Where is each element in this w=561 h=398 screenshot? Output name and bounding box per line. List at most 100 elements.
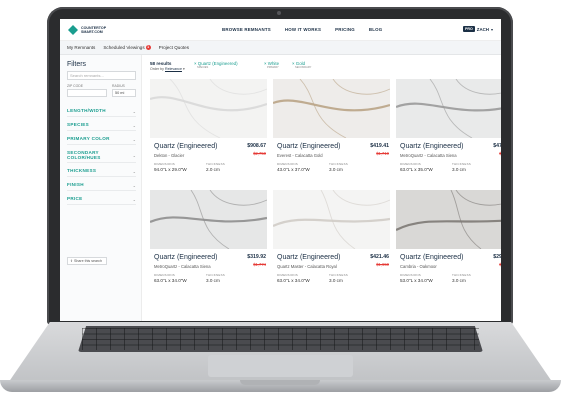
slab-image: [396, 190, 501, 249]
laptop-screen: COUNTERTOP SMART.COM BROWSE REMNANTS HOW…: [60, 19, 501, 321]
nav-pricing[interactable]: PRICING: [335, 27, 355, 32]
user-menu[interactable]: PRO ZACH ▾: [462, 26, 493, 32]
nav-browse-remnants[interactable]: BROWSE REMNANTS: [222, 27, 271, 32]
lid-notch: [240, 380, 320, 385]
filter-label: FINISH: [67, 182, 84, 188]
chip-sub: SECONDARY: [295, 66, 312, 69]
active-filter-chip[interactable]: × Quartz (Engineered) SPECIES: [194, 61, 238, 69]
card-thickness: 3.0 cm: [329, 167, 343, 172]
thickness-label: THICKNESS: [206, 162, 225, 166]
dimensions-label: DIMENSIONS: [277, 273, 299, 277]
filter-label: PRICE: [67, 196, 83, 202]
chevron-down-icon: ⌄: [132, 169, 136, 174]
search-input[interactable]: Search remnants...: [67, 71, 136, 80]
remnant-card[interactable]: Quartz (Engineered) $419.41 Everest - Cala…: [273, 79, 390, 191]
filter-primary-color[interactable]: PRIMARY COLOR ⌄: [67, 135, 136, 145]
zip-code-input[interactable]: [67, 89, 107, 97]
thickness-label: THICKNESS: [329, 273, 348, 277]
filters-title: Filters: [67, 61, 87, 68]
card-product-name: Quartz Master - Calacatta Royal: [277, 264, 337, 269]
tab-scheduled-label: Scheduled Viewings: [103, 45, 145, 50]
card-price: $474.08: [493, 143, 501, 149]
card-thickness: 2.0 cm: [206, 167, 220, 172]
filter-secondary-color[interactable]: SECONDARY COLOR/HUES ⌄: [67, 149, 136, 163]
dimensions-label: DIMENSIONS: [154, 273, 176, 277]
chevron-down-icon: ⌄: [132, 197, 136, 202]
card-product-name: Cambria - Oakmoor: [400, 264, 437, 269]
card-thickness: 3.0 cm: [206, 278, 220, 283]
filter-label: THICKNESS: [67, 168, 97, 174]
results-main: 58 results Order by Relevance ▾ × Quartz…: [142, 55, 501, 321]
chevron-down-icon: ▾: [490, 26, 493, 32]
order-by-label: Order by: [150, 67, 164, 71]
card-price: $294.15: [493, 254, 501, 260]
remnant-card[interactable]: Quartz (Engineered) $474.08 MetroQuartz - …: [396, 79, 501, 191]
chip-sub: PRIMARY: [267, 66, 279, 69]
notification-badge: 1: [145, 45, 151, 50]
card-title: Quartz (Engineered): [154, 143, 218, 150]
pro-badge: PRO: [462, 26, 475, 32]
order-by-value: Relevance: [164, 67, 182, 71]
filter-thickness[interactable]: THICKNESS ⌄: [67, 167, 136, 177]
filter-finish[interactable]: FINISH ⌄: [67, 181, 136, 191]
radius-select[interactable]: 50 mi: [112, 89, 136, 97]
card-price: $421.46: [370, 254, 389, 260]
share-search-button[interactable]: ⇪ Share this search: [67, 257, 107, 265]
tab-my-remnants[interactable]: My Remnants: [67, 45, 95, 50]
chevron-down-icon: ⌄: [132, 153, 136, 158]
order-by[interactable]: Order by Relevance ▾: [150, 67, 185, 71]
keyboard-keys: [82, 328, 479, 350]
share-icon: ⇪: [70, 259, 74, 263]
card-original-price: $1,719: [376, 151, 389, 156]
card-thickness: 3.0 cm: [329, 278, 343, 283]
results-count: 58 results: [150, 61, 172, 66]
card-product-name: Dekton - Glacier: [154, 153, 185, 158]
trackpad: [208, 355, 353, 377]
site-header: COUNTERTOP SMART.COM BROWSE REMNANTS HOW…: [60, 19, 501, 41]
remnant-card[interactable]: Quartz (Engineered) $421.46 Quartz Master …: [273, 190, 390, 302]
card-original-price: $5,774: [499, 151, 501, 156]
tab-scheduled-viewings[interactable]: Scheduled Viewings 1: [103, 45, 151, 50]
card-original-price: $1,774: [253, 262, 266, 267]
share-label: Share this search: [74, 259, 102, 263]
card-original-price: $1,650: [376, 262, 389, 267]
tab-project-quotes[interactable]: Project Quotes: [159, 45, 189, 50]
remnant-card[interactable]: Quartz (Engineered) $319.92 MetroQuartz - …: [150, 190, 267, 302]
card-title: Quartz (Engineered): [400, 254, 464, 261]
dimensions-label: DIMENSIONS: [400, 273, 422, 277]
active-filter-chip[interactable]: × Gold SECONDARY: [292, 61, 311, 69]
radius-label: RADIUS: [112, 84, 125, 88]
thickness-label: THICKNESS: [452, 162, 471, 166]
slab-image: [273, 79, 390, 138]
filter-price[interactable]: PRICE ⌄: [67, 195, 136, 205]
card-title: Quartz (Engineered): [400, 143, 464, 150]
nav-blog[interactable]: BLOG: [369, 27, 382, 32]
remnant-card[interactable]: Quartz (Engineered) $908.67 Dekton - Glaci…: [150, 79, 267, 191]
slab-image: [396, 79, 501, 138]
card-title: Quartz (Engineered): [154, 254, 218, 261]
nav-how-it-works[interactable]: HOW IT WORKS: [285, 27, 321, 32]
card-dimensions: 63.0"L x 34.0"W: [154, 278, 187, 283]
card-thickness: 3.0 cm: [452, 278, 466, 283]
card-dimensions: 43.0"L x 37.0"W: [277, 167, 310, 172]
card-price: $908.67: [247, 143, 266, 149]
thickness-label: THICKNESS: [329, 162, 348, 166]
user-name: ZACH: [476, 26, 489, 32]
chevron-down-icon: ⌄: [132, 137, 136, 142]
remnant-card[interactable]: Quartz (Engineered) $294.15 Cambria - Oakm…: [396, 190, 501, 302]
card-dimensions: 94.0"L x 29.0"W: [154, 167, 187, 172]
chip-sub: SPECIES: [197, 66, 209, 69]
dimensions-label: DIMENSIONS: [154, 162, 176, 166]
active-filter-chip[interactable]: × White PRIMARY: [264, 61, 279, 69]
filter-length-width[interactable]: LENGTH/WIDTH ⌄: [67, 107, 136, 117]
zip-code-label: ZIP CODE: [67, 84, 83, 88]
filter-species[interactable]: SPECIES ⌄: [67, 121, 136, 131]
card-dimensions: 53.0"L x 34.0"W: [400, 278, 433, 283]
webcam: [277, 11, 281, 15]
card-product-name: Everest - Calacatta Gold: [277, 153, 323, 158]
site-logo[interactable]: COUNTERTOP SMART.COM: [68, 25, 117, 35]
card-price: $419.41: [370, 143, 389, 149]
thickness-label: THICKNESS: [206, 273, 225, 277]
slab-image: [150, 79, 267, 138]
card-dimensions: 63.0"L x 34.0"W: [277, 278, 310, 283]
